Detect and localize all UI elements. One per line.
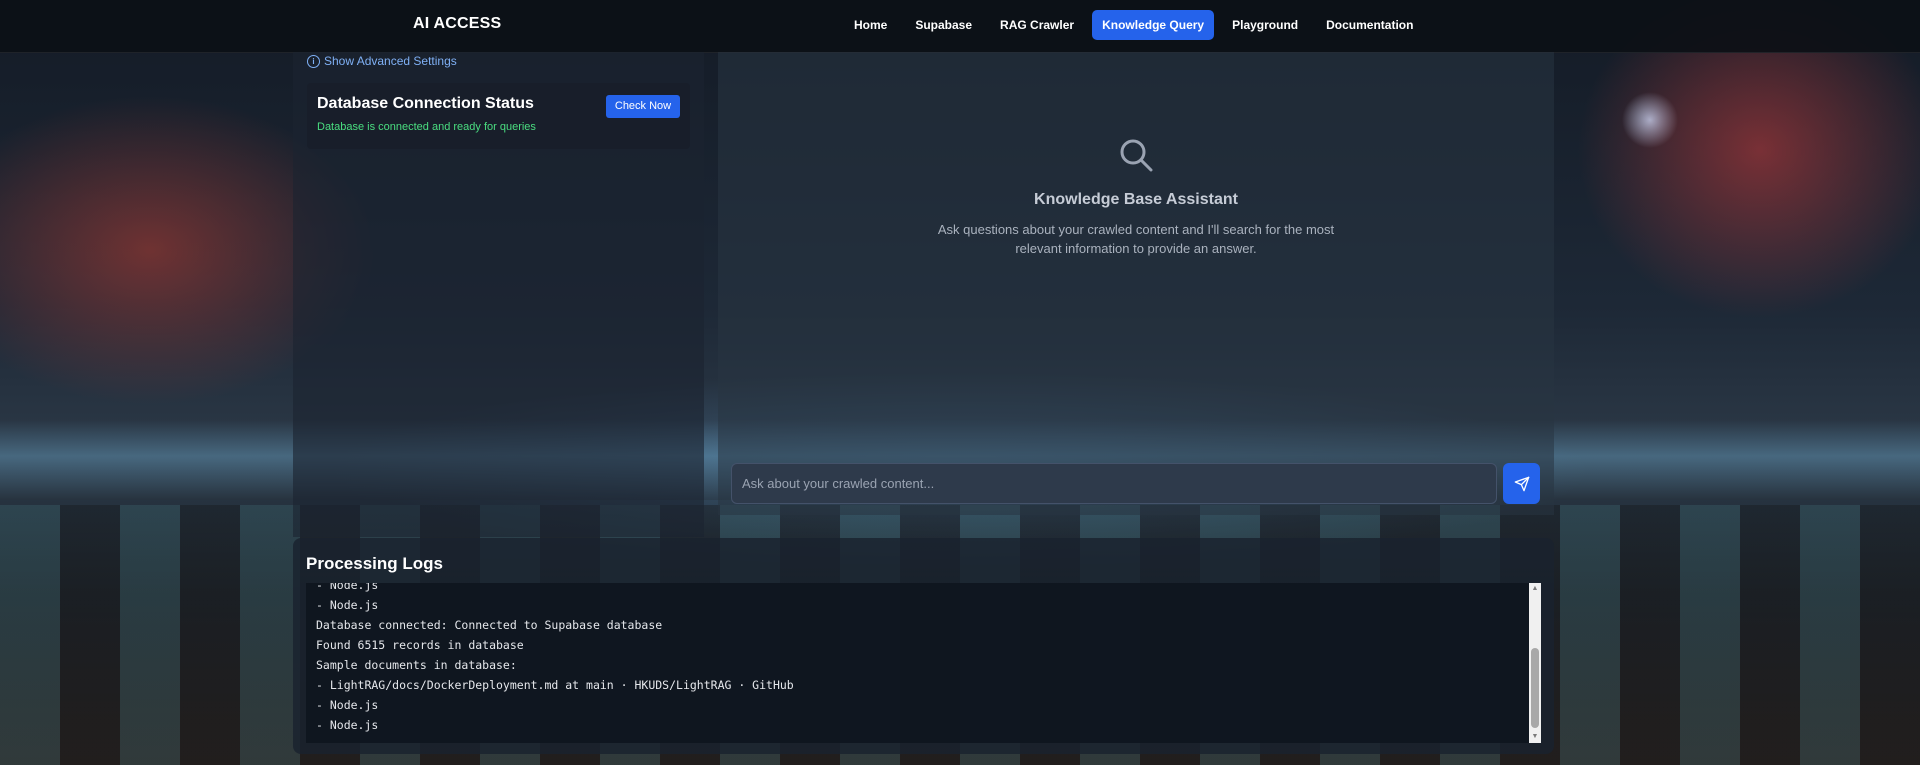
processing-logs-panel: Processing Logs - Node.js - Node.js Data… [293, 538, 1554, 754]
nav-documentation[interactable]: Documentation [1316, 10, 1423, 40]
nav-supabase[interactable]: Supabase [905, 10, 982, 40]
scroll-up-icon[interactable]: ▲ [1529, 583, 1541, 595]
status-card-message: Database is connected and ready for quer… [317, 121, 536, 133]
settings-sidebar: i Show Advanced Settings Database Connec… [293, 52, 704, 537]
brand-logo[interactable]: AI ACCESS [413, 15, 501, 33]
chat-panel: Knowledge Base Assistant Ask questions a… [718, 52, 1554, 515]
logs-output[interactable]: - Node.js - Node.js Database connected: … [306, 583, 1541, 743]
scroll-down-icon[interactable]: ▼ [1529, 731, 1541, 743]
chat-input[interactable] [731, 463, 1497, 504]
search-icon [1120, 139, 1153, 172]
send-icon [1514, 476, 1529, 491]
nav-home[interactable]: Home [844, 10, 897, 40]
status-card-title: Database Connection Status [317, 95, 534, 112]
log-line: - Node.js [316, 583, 379, 592]
assistant-description: Ask questions about your crawled content… [937, 222, 1335, 256]
scroll-thumb[interactable] [1531, 648, 1539, 728]
info-icon: i [307, 54, 320, 68]
show-advanced-settings-link[interactable]: i Show Advanced Settings [307, 54, 457, 68]
assistant-title: Knowledge Base Assistant [1034, 191, 1238, 208]
log-line: - LightRAG/docs/DockerDeployment.md at m… [316, 678, 794, 692]
advanced-settings-label: Show Advanced Settings [324, 54, 457, 68]
log-line: Database connected: Connected to Supabas… [316, 618, 663, 632]
logs-scrollbar[interactable]: ▲ ▼ [1529, 583, 1541, 743]
nav-playground[interactable]: Playground [1222, 10, 1308, 40]
nav-rag-crawler[interactable]: RAG Crawler [990, 10, 1084, 40]
log-line: Sample documents in database: [316, 658, 517, 672]
log-line: Found 6515 records in database [316, 638, 524, 652]
log-line: - Node.js [316, 718, 379, 732]
database-status-card: Database Connection Status Database is c… [307, 83, 690, 149]
main-nav: Home Supabase RAG Crawler Knowledge Quer… [844, 10, 1423, 40]
nav-knowledge-query[interactable]: Knowledge Query [1092, 10, 1215, 40]
logs-title: Processing Logs [306, 554, 443, 573]
check-now-button[interactable]: Check Now [606, 95, 680, 118]
top-navbar: AI ACCESS Home Supabase RAG Crawler Know… [0, 0, 1920, 53]
send-button[interactable] [1503, 463, 1540, 504]
log-line: - Node.js [316, 698, 379, 712]
logs-list: - Node.js - Node.js Database connected: … [316, 583, 794, 735]
log-line: - Node.js [316, 598, 379, 612]
